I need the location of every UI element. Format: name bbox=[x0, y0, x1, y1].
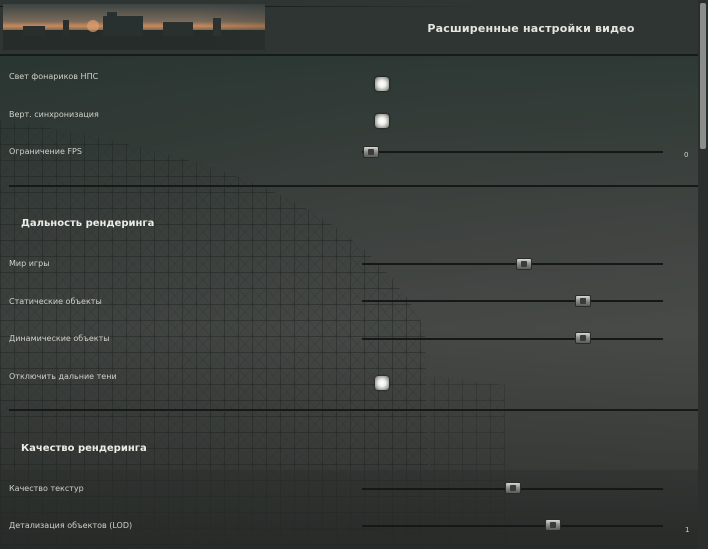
world-slider-thumb[interactable] bbox=[516, 258, 532, 270]
world-label: Мир игры bbox=[9, 259, 50, 268]
lod-slider-thumb[interactable] bbox=[545, 519, 561, 531]
npc-flashlights-checkbox[interactable] bbox=[375, 77, 389, 91]
world-slider-track[interactable] bbox=[362, 263, 663, 265]
texture-quality-slider-thumb[interactable] bbox=[505, 482, 521, 494]
lod-value: 1 bbox=[685, 526, 690, 534]
dim-overlay bbox=[0, 0, 708, 549]
vsync-label: Верт. синхронизация bbox=[9, 110, 99, 119]
lod-slider-track[interactable] bbox=[362, 525, 663, 527]
dynamic-objects-slider-track[interactable] bbox=[362, 338, 663, 340]
lod-label: Детализация объектов (LOD) bbox=[9, 521, 133, 530]
section-divider bbox=[9, 409, 698, 411]
fps-limit-slider-thumb[interactable] bbox=[363, 146, 379, 158]
texture-quality-label: Качество текстур bbox=[9, 484, 84, 493]
scrollbar-thumb[interactable] bbox=[700, 3, 706, 149]
dynamic-objects-slider-thumb[interactable] bbox=[575, 332, 591, 344]
dynamic-objects-label: Динамические объекты bbox=[9, 334, 110, 343]
render-distance-title: Дальность рендеринга bbox=[21, 218, 155, 229]
fps-limit-value: 0 bbox=[684, 151, 689, 159]
static-objects-slider-thumb[interactable] bbox=[575, 295, 591, 307]
vsync-checkbox[interactable] bbox=[375, 114, 389, 128]
far-shadows-checkbox[interactable] bbox=[375, 376, 389, 390]
npc-flashlights-label: Свет фонариков НПС bbox=[9, 72, 99, 81]
fps-limit-slider-track[interactable] bbox=[362, 151, 663, 153]
render-quality-title: Качество рендеринга bbox=[21, 443, 147, 454]
page-title: Расширенные настройки видео bbox=[427, 22, 635, 35]
static-objects-label: Статические объекты bbox=[9, 297, 102, 306]
section-divider bbox=[9, 185, 698, 187]
far-shadows-label: Отключить дальние тени bbox=[9, 372, 117, 381]
header-bar: Расширенные настройки видео bbox=[0, 0, 702, 56]
static-objects-slider-track[interactable] bbox=[362, 300, 663, 302]
fps-limit-label: Ограничение FPS bbox=[9, 147, 82, 156]
